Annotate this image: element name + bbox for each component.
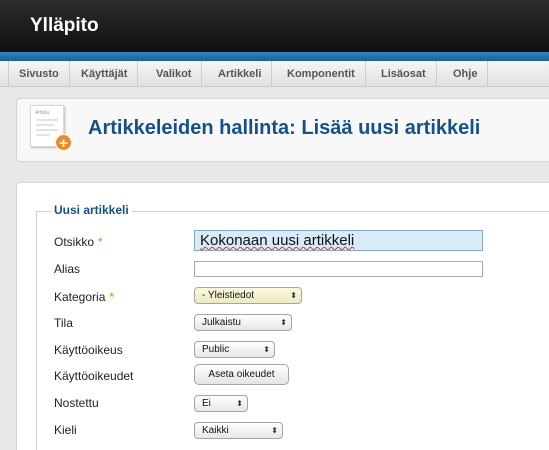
fieldset-legend: Uusi artikkeli: [51, 203, 132, 217]
menu-item-lisaosat[interactable]: Lisäosat: [371, 61, 437, 87]
accent-bar: [0, 52, 549, 61]
main-menu: Sivusto Käyttäjät Valikot Artikkeli Komp…: [0, 61, 549, 87]
app-title: Ylläpito: [30, 15, 99, 36]
menu-item-ohje[interactable]: Ohje: [443, 61, 489, 87]
alias-label: Alias: [54, 262, 81, 276]
required-marker: *: [109, 290, 115, 304]
featured-label: Nostettu: [54, 396, 99, 410]
menu-item-artikkeli[interactable]: Artikkeli: [208, 61, 273, 87]
select-arrows-icon: ⬍: [236, 399, 243, 408]
select-arrows-icon: ⬍: [290, 291, 297, 300]
set-permissions-button[interactable]: Aseta oikeudet: [194, 364, 289, 385]
menu-item-komponentit[interactable]: Komponentit: [277, 61, 366, 87]
status-label: Tila: [54, 316, 73, 330]
featured-select[interactable]: Ei ⬍: [194, 395, 248, 412]
select-arrows-icon: ⬍: [280, 318, 287, 327]
alias-input[interactable]: [194, 261, 483, 277]
menu-item-kayttajat[interactable]: Käyttäjät: [71, 61, 139, 87]
plus-icon: +: [55, 134, 72, 152]
language-label: Kieli: [54, 423, 77, 437]
status-select[interactable]: Julkaistu ⬍: [194, 314, 292, 331]
page-title: Artikkeleiden hallinta: Lisää uusi artik…: [88, 117, 481, 139]
language-select[interactable]: Kaikki ⬍: [194, 422, 283, 439]
category-label: Kategoria *: [54, 290, 115, 304]
access-select[interactable]: Public ⬍: [194, 341, 275, 358]
permissions-label: Käyttöoikeudet: [54, 369, 134, 383]
select-arrows-icon: ⬍: [271, 426, 278, 435]
article-icon-caption: Artikla: [35, 110, 49, 116]
title-input[interactable]: Kokonaan uusi artikkeli: [194, 230, 483, 251]
access-label: Käyttöoikeus: [54, 343, 123, 357]
category-select[interactable]: - Yleistiedot ⬍: [194, 287, 302, 304]
menu-item-sivusto[interactable]: Sivusto: [8, 61, 70, 87]
title-label: Otsikko *: [54, 235, 103, 249]
select-arrows-icon: ⬍: [263, 345, 270, 354]
menu-item-valikot[interactable]: Valikot: [146, 61, 203, 87]
required-marker: *: [98, 235, 103, 249]
top-bar: Ylläpito: [0, 0, 549, 54]
